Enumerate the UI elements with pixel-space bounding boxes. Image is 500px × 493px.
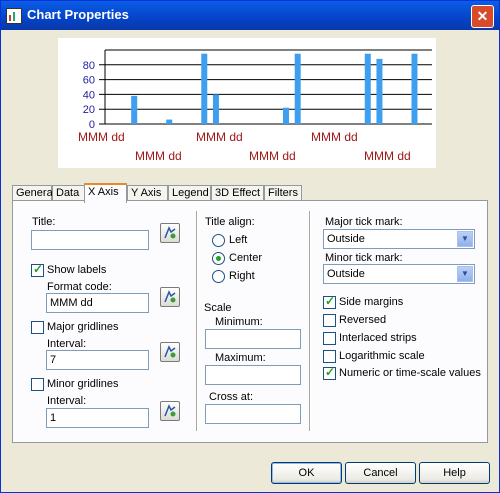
bar bbox=[376, 58, 383, 124]
tab-3d-effect[interactable]: 3D Effect bbox=[211, 185, 264, 201]
major-interval-expression-button[interactable] bbox=[160, 342, 180, 362]
minor-interval-label: Interval: bbox=[47, 395, 87, 407]
align-left-radio[interactable] bbox=[212, 234, 225, 247]
logarithmic-scale-checkbox[interactable] bbox=[323, 350, 336, 363]
column-divider bbox=[309, 211, 311, 431]
bar bbox=[166, 119, 173, 124]
bar bbox=[201, 53, 208, 125]
chevron-down-icon[interactable]: ▼ bbox=[457, 231, 473, 247]
bar bbox=[364, 53, 371, 125]
reversed-label: Reversed bbox=[339, 314, 387, 326]
major-tick-select[interactable]: Outside ▼ bbox=[323, 229, 475, 249]
major-interval-input[interactable]: 7 bbox=[46, 350, 149, 370]
scale-label: Scale bbox=[204, 302, 232, 314]
window-title: Chart Properties bbox=[27, 7, 129, 22]
column-divider bbox=[196, 211, 198, 431]
show-labels-label: Show labels bbox=[47, 264, 107, 276]
y-tick-label: 20 bbox=[83, 104, 95, 116]
tab-legend[interactable]: Legend bbox=[168, 185, 211, 201]
cancel-button[interactable]: Cancel bbox=[345, 462, 416, 484]
format-expression-button[interactable] bbox=[160, 287, 180, 307]
numeric-scale-checkbox[interactable] bbox=[323, 365, 336, 380]
tab-filters[interactable]: Filters bbox=[264, 185, 302, 201]
interlaced-strips-label: Interlaced strips bbox=[339, 332, 417, 344]
major-interval-label: Interval: bbox=[47, 338, 87, 350]
x-tick-label: MMM dd bbox=[196, 130, 243, 144]
bar bbox=[294, 53, 301, 125]
x-tick-label: MMM dd bbox=[78, 130, 125, 144]
major-gridlines-label: Major gridlines bbox=[47, 321, 119, 333]
reversed-checkbox[interactable] bbox=[323, 314, 336, 327]
minimum-label: Minimum: bbox=[215, 316, 263, 328]
x-tick-label: MMM dd bbox=[311, 130, 358, 144]
numeric-scale-label: Numeric or time-scale values bbox=[339, 367, 481, 379]
y-tick-label: 60 bbox=[83, 75, 95, 87]
bar bbox=[283, 107, 290, 124]
minor-tick-select[interactable]: Outside ▼ bbox=[323, 264, 475, 284]
expression-icon bbox=[164, 226, 176, 239]
side-margins-checkbox[interactable] bbox=[323, 294, 336, 309]
minor-gridlines-checkbox[interactable] bbox=[31, 378, 44, 391]
interlaced-strips-checkbox[interactable] bbox=[323, 332, 336, 345]
align-left-label: Left bbox=[229, 234, 248, 246]
chart-icon bbox=[6, 8, 22, 24]
logarithmic-scale-label: Logarithmic scale bbox=[339, 350, 425, 362]
major-tick-value: Outside bbox=[327, 233, 365, 245]
tab-data[interactable]: Data bbox=[52, 185, 85, 201]
bar bbox=[131, 95, 138, 124]
format-code-label: Format code: bbox=[47, 281, 112, 293]
maximum-label: Maximum: bbox=[215, 352, 266, 364]
help-button[interactable]: Help bbox=[419, 462, 490, 484]
minimum-input[interactable] bbox=[205, 329, 301, 349]
title-align-label: Title align: bbox=[205, 216, 255, 228]
side-margins-label: Side margins bbox=[339, 296, 404, 308]
align-center-label: Center bbox=[229, 252, 263, 264]
expression-icon bbox=[164, 290, 176, 303]
minor-interval-expression-button[interactable] bbox=[160, 401, 180, 421]
minor-interval-input[interactable]: 1 bbox=[46, 408, 149, 428]
major-gridlines-checkbox[interactable] bbox=[31, 321, 44, 334]
align-right-radio[interactable] bbox=[212, 270, 225, 283]
bar bbox=[411, 53, 418, 125]
x-tick-label: MMM dd bbox=[364, 149, 411, 163]
y-tick-label: 80 bbox=[83, 60, 95, 72]
chevron-down-icon[interactable]: ▼ bbox=[457, 266, 473, 282]
align-right-label: Right bbox=[229, 270, 255, 282]
expression-icon bbox=[164, 345, 176, 358]
title-bar[interactable]: Chart Properties ✕ bbox=[1, 1, 499, 30]
tab-x-axis[interactable]: X Axis bbox=[84, 183, 127, 203]
y-tick-label: 40 bbox=[83, 89, 95, 101]
format-code-input[interactable]: MMM dd bbox=[46, 293, 149, 313]
chart-properties-dialog: Chart Properties ✕ 0 20 40 60 80 MMM dd MMM dd… bbox=[0, 0, 500, 493]
tab-y-axis[interactable]: Y Axis bbox=[127, 185, 168, 201]
align-center-radio[interactable] bbox=[212, 252, 225, 265]
cross-at-label: Cross at: bbox=[209, 391, 254, 403]
x-axis-panel: Title: Show labels Format code: MMM dd M… bbox=[12, 200, 488, 443]
title-expression-button[interactable] bbox=[160, 223, 180, 243]
bar bbox=[212, 94, 219, 124]
tab-general[interactable]: General bbox=[12, 185, 55, 201]
x-tick-label: MMM dd bbox=[135, 149, 182, 163]
expression-icon bbox=[164, 404, 176, 417]
show-labels-checkbox[interactable] bbox=[31, 262, 44, 277]
minor-gridlines-label: Minor gridlines bbox=[47, 378, 119, 390]
major-tick-label: Major tick mark: bbox=[325, 216, 403, 228]
chart-preview: 020406080MMM dd MMM dd MMM ddMMM dd MMM dd M… bbox=[58, 38, 436, 168]
close-button[interactable]: ✕ bbox=[471, 5, 494, 28]
title-input[interactable] bbox=[31, 230, 149, 250]
cross-at-input[interactable] bbox=[205, 404, 301, 424]
x-tick-label: MMM dd bbox=[249, 149, 296, 163]
ok-button[interactable]: OK bbox=[271, 462, 342, 484]
title-label: Title: bbox=[32, 216, 56, 228]
minor-tick-value: Outside bbox=[327, 268, 365, 280]
minor-tick-label: Minor tick mark: bbox=[325, 252, 403, 264]
maximum-input[interactable] bbox=[205, 365, 301, 385]
